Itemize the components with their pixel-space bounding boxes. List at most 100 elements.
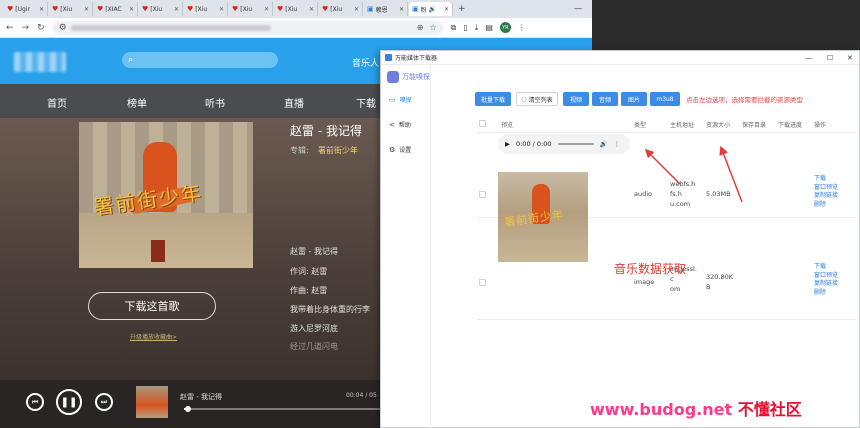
playback-progress[interactable] (184, 406, 380, 412)
upgrade-link[interactable]: 升级播放收藏曲> (130, 332, 177, 341)
close-icon[interactable]: ✕ (39, 6, 44, 13)
row-checkbox[interactable] (479, 191, 486, 198)
more-options-icon[interactable]: ⋮ (614, 140, 621, 148)
avatar[interactable]: YR (499, 22, 511, 33)
star-icon[interactable]: ☆ (429, 23, 436, 32)
menu-icon[interactable]: ⋮ (518, 23, 526, 32)
browser-tab[interactable]: ♥ [Ugir ✕ (4, 2, 48, 16)
search-icon[interactable]: ⌕ (128, 55, 133, 65)
window-close-icon[interactable]: ✕ (847, 51, 853, 65)
album-name[interactable]: 署前街少年 (318, 145, 358, 156)
filter-image-button[interactable]: 图片 (621, 92, 647, 106)
sidebar-item-sniff[interactable]: ▭ 嗅探 (389, 95, 412, 105)
audio-preview-player[interactable]: ▶ 0:00 / 0:00 🔊 ⋮ (498, 134, 630, 154)
close-icon[interactable]: ✕ (174, 6, 179, 13)
lyric-line: 我带着比身体重的行李 (290, 305, 370, 314)
audio-seek-bar[interactable] (557, 143, 594, 145)
minimize-button[interactable]: — (574, 0, 582, 18)
browser-tab[interactable]: ♥ [Xiu ✕ (229, 2, 273, 16)
col-actions: 操作 (814, 122, 827, 129)
downloader-window: 万能媒体下载器 — ☐ ✕ 万能嗅探 ▭ 嗅探 < 帮助 ⚙ 设置 批量下载 ◌ 清空列… (380, 50, 860, 428)
musician-link[interactable]: 音乐人 (352, 56, 379, 69)
now-playing-title: 赵雷 - 我记得 (180, 393, 222, 401)
browser-tab[interactable]: ♥ [Xiu ✕ (274, 2, 318, 16)
new-tab-button[interactable]: + (458, 4, 466, 14)
select-all-checkbox[interactable] (479, 120, 486, 127)
clear-list-label: 清空列表 (528, 96, 553, 104)
close-icon[interactable]: ✕ (444, 6, 449, 13)
tab-label: [Xiu (285, 5, 298, 13)
download-link[interactable]: 下载 (814, 175, 838, 184)
delete-link[interactable]: 删除 (814, 201, 838, 210)
close-icon[interactable]: ✕ (129, 6, 134, 13)
col-host: 主机地址 (670, 122, 695, 129)
filter-audio-button[interactable]: 音频 (592, 92, 618, 106)
preview-link[interactable]: 窗口预览 (814, 184, 838, 193)
address-bar: ← → ↻ ⚙ ⊕ ☆ ⧉ ▯ ⤓ ▤ YR ⋮ (0, 18, 592, 38)
browser-tab[interactable]: ♥ [Xiu ✕ (319, 2, 363, 16)
heart-icon: ♥ (277, 5, 284, 13)
clear-list-button[interactable]: ◌ 清空列表 (516, 92, 558, 106)
delete-link[interactable]: 删除 (814, 289, 838, 298)
download-song-button[interactable]: 下载这首歌 (88, 292, 216, 320)
prev-track-icon[interactable]: ⏮ (26, 393, 44, 411)
close-icon[interactable]: ✕ (354, 6, 359, 13)
filter-m3u8-button[interactable]: m3u8 (650, 92, 680, 106)
album-cover: 署前街少年 (79, 122, 253, 268)
watermark-url: www.budog.net (590, 400, 733, 419)
lyric-line: 作词: 赵雷 (290, 267, 328, 276)
back-icon[interactable]: ← (6, 23, 14, 33)
zoom-icon[interactable]: ⊕ (417, 23, 424, 32)
url-input[interactable]: ⚙ ⊕ ☆ (52, 20, 443, 35)
nav-live[interactable]: 直播 (284, 95, 304, 110)
close-icon[interactable]: ✕ (219, 6, 224, 13)
download-icon[interactable]: ⤓ (475, 23, 479, 33)
browser-tab[interactable]: ♥ [XIAC ✕ (94, 2, 138, 16)
search-input[interactable]: ⌕ (122, 52, 278, 68)
site-info-icon[interactable]: ⚙ (59, 23, 67, 33)
close-icon[interactable]: ✕ (84, 6, 89, 13)
next-track-icon[interactable]: ⏭ (95, 393, 113, 411)
volume-icon[interactable]: 🔊 (600, 140, 608, 148)
browser-tab[interactable]: ♥ [Xiu ✕ (139, 2, 183, 16)
browser-tab-active[interactable]: ▣ 粉 🔊 ✕ (409, 2, 453, 16)
speaker-icon[interactable]: 🔊 (429, 6, 436, 13)
browser-tab[interactable]: ♥ [Xiu ✕ (49, 2, 93, 16)
row-actions: 下载 窗口预览 复制链接 删除 (814, 175, 838, 209)
sidebar-icon[interactable]: ▯ (463, 23, 467, 32)
window-minimize-icon[interactable]: — (805, 51, 812, 65)
forward-icon[interactable]: → (22, 23, 30, 33)
nav-charts[interactable]: 榜单 (127, 95, 147, 110)
site-logo[interactable] (14, 52, 66, 72)
copy-link[interactable]: 复制链接 (814, 280, 838, 289)
sidebar-item-label: 帮助 (398, 122, 411, 129)
close-icon[interactable]: ✕ (309, 6, 314, 13)
row-checkbox[interactable] (479, 279, 486, 286)
app-logo-icon (385, 54, 392, 61)
filter-video-button[interactable]: 视频 (563, 92, 589, 106)
heart-icon: ♥ (142, 5, 149, 13)
sidebar-item-help[interactable]: < 帮助 (389, 120, 411, 130)
browser-tab[interactable]: ♥ [Xiu ✕ (184, 2, 228, 16)
nav-audiobooks[interactable]: 听书 (205, 95, 225, 110)
sidebar-item-settings[interactable]: ⚙ 设置 (389, 145, 411, 155)
browser-tab[interactable]: ▣ 赖恩 ✕ (364, 2, 408, 16)
nav-home[interactable]: 首页 (47, 95, 67, 110)
row-host-line: om (670, 285, 681, 293)
batch-download-button[interactable]: 批量下载 (475, 92, 511, 106)
window-maximize-icon[interactable]: ☐ (827, 51, 833, 65)
reload-icon[interactable]: ↻ (37, 23, 45, 33)
download-link[interactable]: 下载 (814, 263, 838, 272)
copy-link[interactable]: 复制链接 (814, 192, 838, 201)
progress-handle[interactable] (184, 406, 191, 412)
close-icon[interactable]: ✕ (264, 6, 269, 13)
extensions-icon[interactable]: ⧉ (451, 23, 457, 33)
col-preview: 预览 (501, 122, 514, 129)
close-icon[interactable]: ✕ (399, 6, 404, 13)
pause-icon[interactable]: ❚❚ (56, 389, 82, 415)
image-preview-thumbnail[interactable]: 署前街少年 (498, 172, 588, 262)
tab-search-icon[interactable]: ▤ (485, 23, 493, 32)
preview-link[interactable]: 窗口预览 (814, 272, 838, 281)
play-icon[interactable]: ▶ (505, 140, 510, 148)
nav-download[interactable]: 下载 (356, 95, 376, 110)
